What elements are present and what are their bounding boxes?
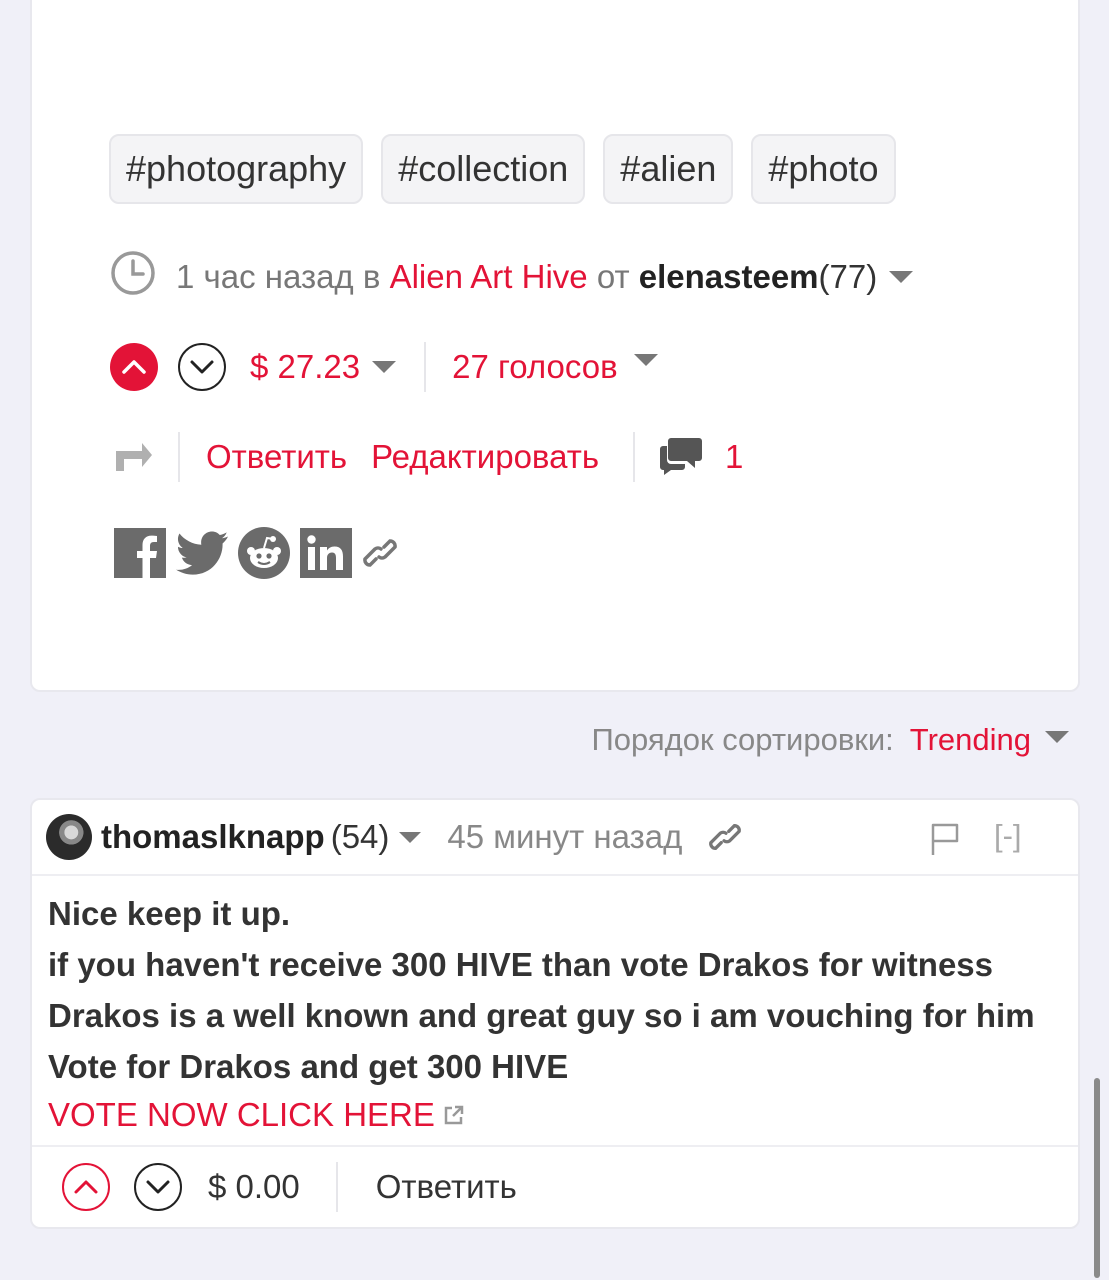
external-link-text: VOTE NOW CLICK HERE [48, 1096, 435, 1133]
comment-author-reputation: (54) [330, 818, 390, 855]
comment-card: thomaslknapp (54) 45 минут назад [-] Nic… [30, 798, 1080, 1229]
post-card: #photography #collection #alien #photo 1… [30, 0, 1080, 692]
tag-photo[interactable]: #photo [751, 134, 896, 204]
in-word: в [362, 258, 381, 295]
avatar[interactable] [46, 814, 92, 860]
reddit-icon[interactable] [238, 527, 290, 584]
comments-icon[interactable] [659, 434, 703, 481]
reply-link[interactable]: Ответить [206, 438, 347, 476]
post-meta: 1 час назад в Alien Art Hive от elenaste… [110, 250, 914, 304]
upvote-button[interactable] [110, 343, 158, 391]
divider [633, 432, 636, 482]
tag-list: #photography #collection #alien #photo [109, 134, 896, 204]
post-time[interactable]: 1 час назад [176, 258, 354, 296]
divider [424, 342, 427, 392]
chevron-down-icon [146, 1180, 170, 1194]
comment-downvote-button[interactable] [134, 1163, 182, 1211]
sort-order: Порядок сортировки: Trending [591, 722, 1069, 758]
comment-author-caret-icon[interactable] [399, 831, 422, 843]
comment-line: Nice keep it up. [48, 895, 291, 932]
comment-reply-link[interactable]: Ответить [376, 1168, 517, 1206]
chevron-up-icon [122, 360, 146, 374]
votes-caret-icon [633, 354, 658, 366]
author-reputation: (77) [818, 258, 878, 295]
payout-dropdown[interactable]: $ 27.23 [250, 348, 397, 386]
by-word: от [596, 258, 630, 295]
clock-icon [110, 250, 156, 304]
comment-upvote-button[interactable] [62, 1163, 110, 1211]
tag-collection[interactable]: #collection [381, 134, 586, 204]
author-link[interactable]: elenasteem [639, 258, 819, 296]
chevron-up-icon [74, 1180, 98, 1194]
edit-link[interactable]: Редактировать [371, 438, 599, 476]
tag-photography[interactable]: #photography [109, 134, 364, 204]
author-menu-caret-icon[interactable] [889, 271, 914, 283]
sort-caret-icon[interactable] [1045, 731, 1069, 743]
external-link-icon [443, 1104, 465, 1126]
comment-line: Drakos is a well known and great guy so … [48, 997, 1035, 1034]
divider [335, 1162, 338, 1212]
downvote-button[interactable] [178, 343, 226, 391]
twitter-icon[interactable] [176, 530, 228, 581]
comment-line: Vote for Drakos and get 300 HIVE [48, 1048, 569, 1085]
votes-dropdown[interactable]: 27 голосов [452, 348, 658, 386]
collapse-button[interactable]: [-] [994, 818, 1022, 854]
comment-author[interactable]: thomaslknapp [101, 818, 325, 856]
votes-count: 27 голосов [452, 348, 618, 385]
comment-payout[interactable]: $ 0.00 [208, 1168, 300, 1206]
comment-header: thomaslknapp (54) 45 минут назад [-] [32, 800, 1078, 876]
facebook-icon[interactable] [114, 528, 166, 583]
copy-link-icon[interactable] [362, 533, 398, 578]
post-actions: Ответить Редактировать 1 [112, 432, 743, 482]
comment-body: Nice keep it up. if you haven't receive … [32, 876, 1078, 1138]
payout-value: $ 27.23 [250, 348, 361, 385]
voting-bar: $ 27.23 27 голосов [110, 342, 658, 392]
share-bar [114, 527, 398, 584]
flag-icon[interactable] [930, 822, 960, 861]
reblog-icon[interactable] [112, 437, 154, 478]
community-link[interactable]: Alien Art Hive [390, 258, 588, 296]
sort-label: Порядок сортировки: [591, 722, 894, 757]
scrollbar[interactable] [1094, 1078, 1100, 1278]
chevron-down-icon [190, 360, 214, 374]
comments-count[interactable]: 1 [725, 438, 743, 476]
tag-alien[interactable]: #alien [603, 134, 734, 204]
comment-footer: $ 0.00 Ответить [32, 1145, 1078, 1227]
linkedin-icon[interactable] [300, 528, 352, 583]
payout-caret-icon [372, 361, 397, 373]
permalink-icon[interactable] [708, 818, 742, 856]
external-link[interactable]: VOTE NOW CLICK HERE [48, 1092, 1062, 1138]
comment-time[interactable]: 45 минут назад [447, 818, 682, 856]
divider [178, 432, 180, 482]
sort-value[interactable]: Trending [910, 722, 1031, 758]
comment-line: if you haven't receive 300 HIVE than vot… [48, 946, 994, 983]
